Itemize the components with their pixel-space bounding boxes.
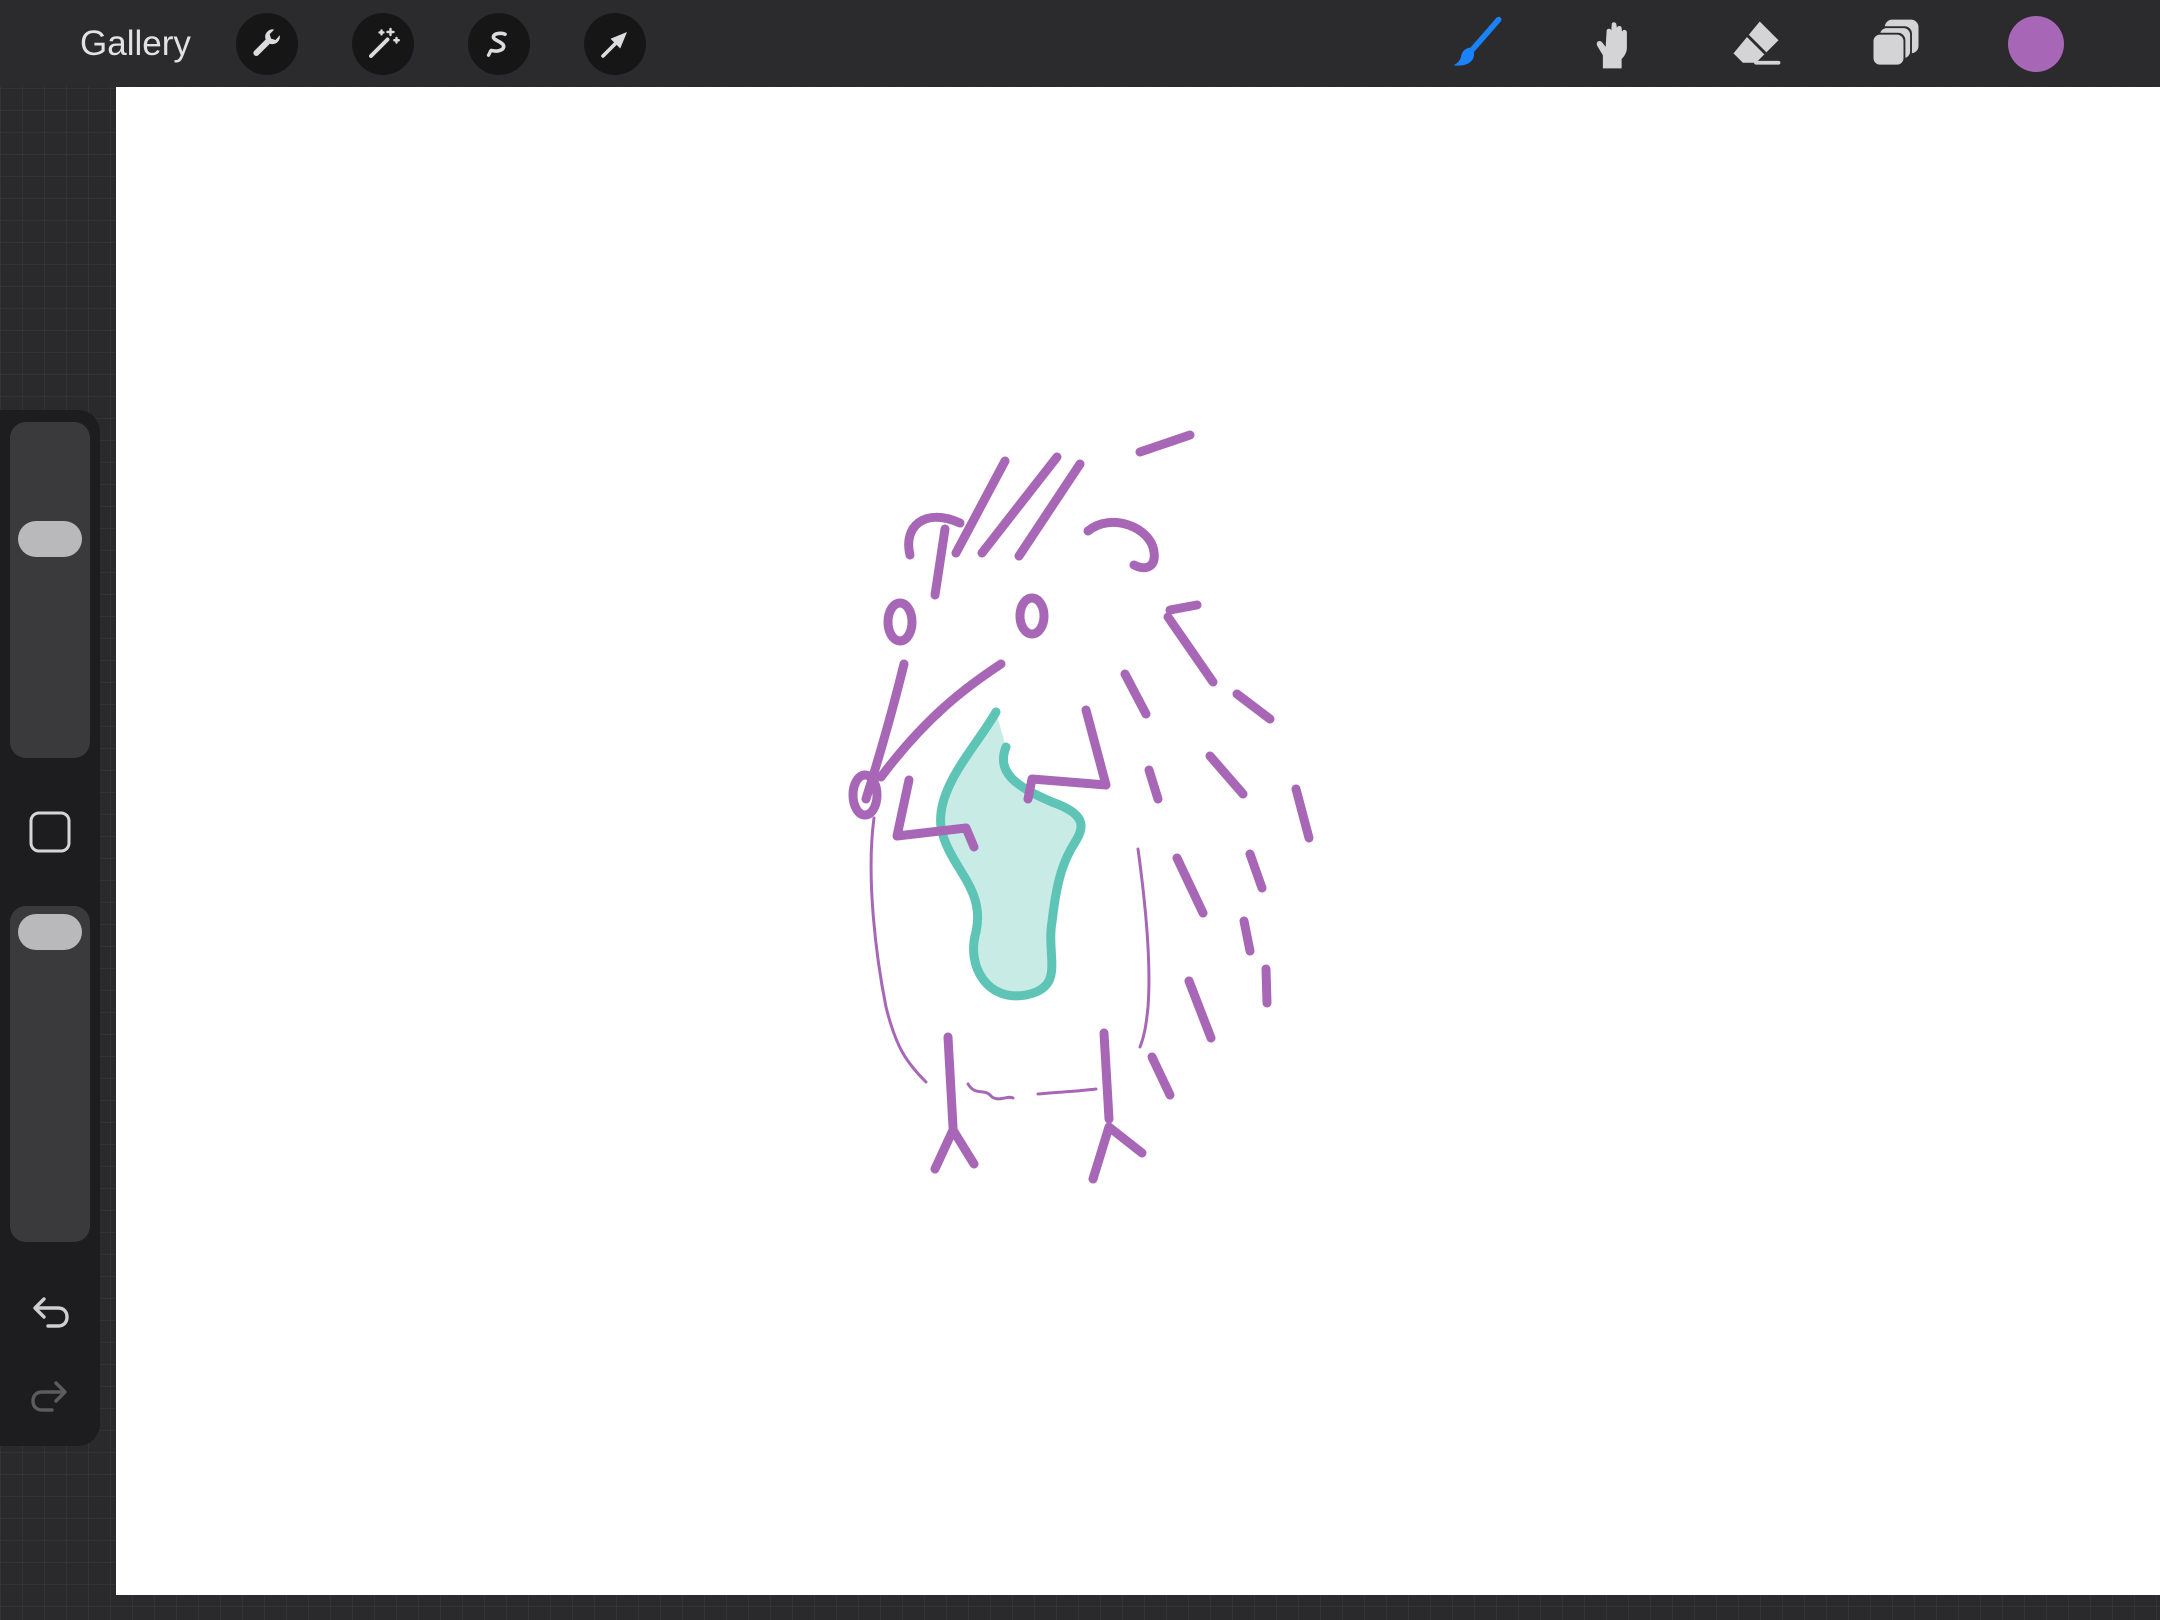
square-icon: [29, 811, 71, 853]
wrench-icon: [253, 29, 280, 57]
undo-button[interactable]: [26, 1286, 74, 1334]
magic-wand-icon: [369, 27, 400, 58]
smudge-tool-button[interactable]: [1584, 12, 1648, 76]
smudge-finger-icon: [1596, 22, 1627, 69]
transform-button[interactable]: [584, 13, 646, 75]
layers-icon: [1871, 19, 1919, 67]
drawing-canvas[interactable]: [116, 87, 2160, 1595]
brush-tool-button[interactable]: [1446, 12, 1510, 76]
gallery-button[interactable]: Gallery: [80, 20, 191, 68]
adjustments-button[interactable]: [352, 13, 414, 75]
hedgehog-drawing: [848, 430, 1314, 1184]
brush-size-thumb[interactable]: [18, 520, 82, 557]
transform-arrow-icon: [601, 32, 627, 58]
top-toolbar: Gallery: [0, 0, 2160, 86]
teal-shape: [936, 707, 1086, 1001]
purple-strokes: [848, 430, 1314, 1184]
brush-size-slider[interactable]: [10, 422, 90, 758]
layers-button[interactable]: [1864, 12, 1928, 76]
modify-button[interactable]: [28, 810, 72, 854]
redo-button[interactable]: [26, 1370, 74, 1418]
selection-icon: [486, 31, 507, 57]
eraser-icon: [1733, 21, 1781, 65]
undo-icon: [33, 1297, 69, 1328]
eraser-tool-button[interactable]: [1724, 12, 1788, 76]
color-picker-button[interactable]: [2008, 16, 2064, 72]
selection-button[interactable]: [468, 13, 530, 75]
brush-icon: [1453, 16, 1502, 66]
redo-icon: [31, 1381, 67, 1412]
opacity-thumb[interactable]: [18, 914, 82, 950]
opacity-slider[interactable]: [10, 906, 90, 1242]
left-sidebar: [0, 410, 100, 1446]
actions-button[interactable]: [236, 13, 298, 75]
